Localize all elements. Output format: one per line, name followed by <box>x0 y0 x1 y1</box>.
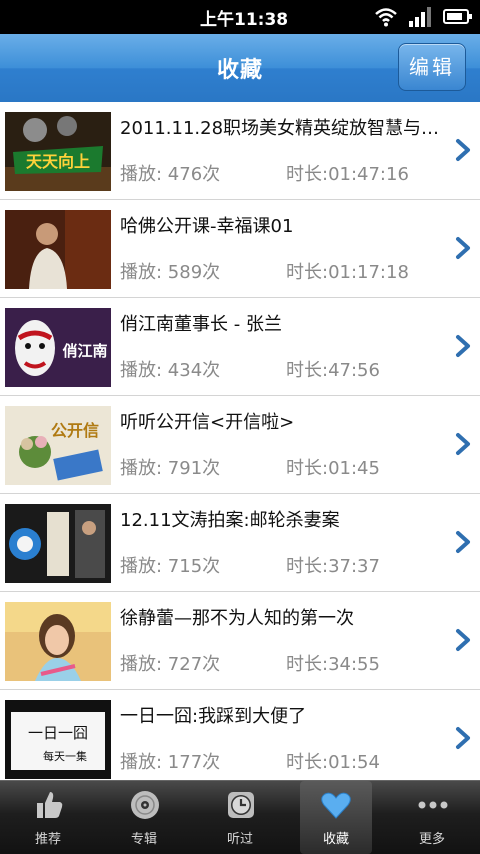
play-count: 播放: 434次 <box>120 360 221 381</box>
status-bar: 上午11:38 <box>0 0 480 34</box>
tab-more[interactable]: 更多 <box>384 781 480 854</box>
list-item[interactable]: 公开信 听听公开信<开信啦> 播放: 791次 时长:01:45 <box>0 396 480 494</box>
item-title: 徐静蕾—那不为人知的第一次 <box>120 608 354 629</box>
list-item[interactable]: 12.11文涛拍案:邮轮杀妻案 播放: 715次 时长:37:37 <box>0 494 480 592</box>
duration: 时长:01:54 <box>286 752 380 773</box>
thumb-sub-text: 每天一集 <box>43 749 87 763</box>
signal-icon <box>409 7 431 27</box>
list-item[interactable]: 俏江南 俏江南董事长 - 张兰 播放: 434次 时长:47:56 <box>0 298 480 396</box>
edit-button[interactable]: 编辑 <box>398 43 466 91</box>
duration: 时长:47:56 <box>286 360 380 381</box>
thumbs-up-icon <box>37 792 63 818</box>
heart-icon <box>321 792 351 819</box>
tab-label: 收藏 <box>322 832 349 847</box>
play-count: 播放: 177次 <box>120 752 221 773</box>
disc-icon <box>131 791 159 819</box>
thumb-logo-text: 天天向上 <box>26 152 90 171</box>
item-title: 一日一囧:我踩到大便了 <box>120 706 307 727</box>
thumb-logo-text: 一日一囧 <box>28 724 88 742</box>
tab-label: 推荐 <box>34 832 61 847</box>
duration: 时长:01:47:16 <box>286 164 409 185</box>
duration: 时长:37:37 <box>286 556 380 577</box>
item-title: 12.11文涛拍案:邮轮杀妻案 <box>120 510 340 531</box>
thumbnail <box>5 210 111 289</box>
thumbnail <box>5 602 111 681</box>
thumbnail: 一日一囧 每天一集 <box>5 700 111 779</box>
battery-icon <box>443 9 472 24</box>
list-item[interactable]: 天天向上 2011.11.28职场美女精英绽放智慧与… 播放: 476次 时长:… <box>0 102 480 200</box>
play-count: 播放: 791次 <box>120 458 221 479</box>
chevron-right-icon <box>456 727 470 749</box>
chevron-right-icon <box>456 629 470 651</box>
chevron-right-icon <box>456 335 470 357</box>
item-title: 2011.11.28职场美女精英绽放智慧与… <box>120 118 440 139</box>
favorites-list: 天天向上 2011.11.28职场美女精英绽放智慧与… 播放: 476次 时长:… <box>0 102 480 780</box>
duration: 时长:34:55 <box>286 654 380 675</box>
list-item[interactable]: 徐静蕾—那不为人知的第一次 播放: 727次 时长:34:55 <box>0 592 480 690</box>
tab-history[interactable]: 听过 <box>192 781 288 854</box>
tab-bar: 推荐 专辑 听过 收藏 更多 <box>0 780 480 854</box>
play-count: 播放: 476次 <box>120 164 221 185</box>
thumb-logo-text: 俏江南 <box>62 342 107 360</box>
chevron-right-icon <box>456 237 470 259</box>
duration: 时长:01:45 <box>286 458 380 479</box>
clock-icon <box>228 792 254 818</box>
chevron-right-icon <box>456 433 470 455</box>
chevron-right-icon <box>456 139 470 161</box>
play-count: 播放: 589次 <box>120 262 221 283</box>
tab-recommend[interactable]: 推荐 <box>0 781 96 854</box>
item-title: 听听公开信<开信啦> <box>120 412 295 433</box>
play-count: 播放: 727次 <box>120 654 221 675</box>
item-title: 俏江南董事长 - 张兰 <box>120 314 282 335</box>
tab-album[interactable]: 专辑 <box>96 781 192 854</box>
tab-label: 更多 <box>418 832 445 847</box>
play-count: 播放: 715次 <box>120 556 221 577</box>
thumbnail: 天天向上 <box>5 112 111 191</box>
tab-label: 专辑 <box>130 832 157 847</box>
thumbnail: 公开信 <box>5 406 111 485</box>
wifi-icon <box>375 8 397 27</box>
status-time: 上午11:38 <box>200 10 289 30</box>
tab-favorites[interactable]: 收藏 <box>300 781 372 854</box>
thumbnail: 俏江南 <box>5 308 111 387</box>
more-icon <box>418 801 448 809</box>
thumb-logo-text: 公开信 <box>51 421 99 440</box>
list-item[interactable]: 一日一囧 每天一集 一日一囧:我踩到大便了 播放: 177次 时长:01:54 <box>0 690 480 780</box>
tab-label: 听过 <box>226 832 253 847</box>
title-bar: 收藏 编辑 <box>0 34 480 103</box>
thumbnail <box>5 504 111 583</box>
chevron-right-icon <box>456 531 470 553</box>
battery-level <box>447 13 462 20</box>
item-title: 哈佛公开课-幸福课01 <box>120 216 294 237</box>
duration: 时长:01:17:18 <box>286 262 409 283</box>
list-item[interactable]: 哈佛公开课-幸福课01 播放: 589次 时长:01:17:18 <box>0 200 480 298</box>
